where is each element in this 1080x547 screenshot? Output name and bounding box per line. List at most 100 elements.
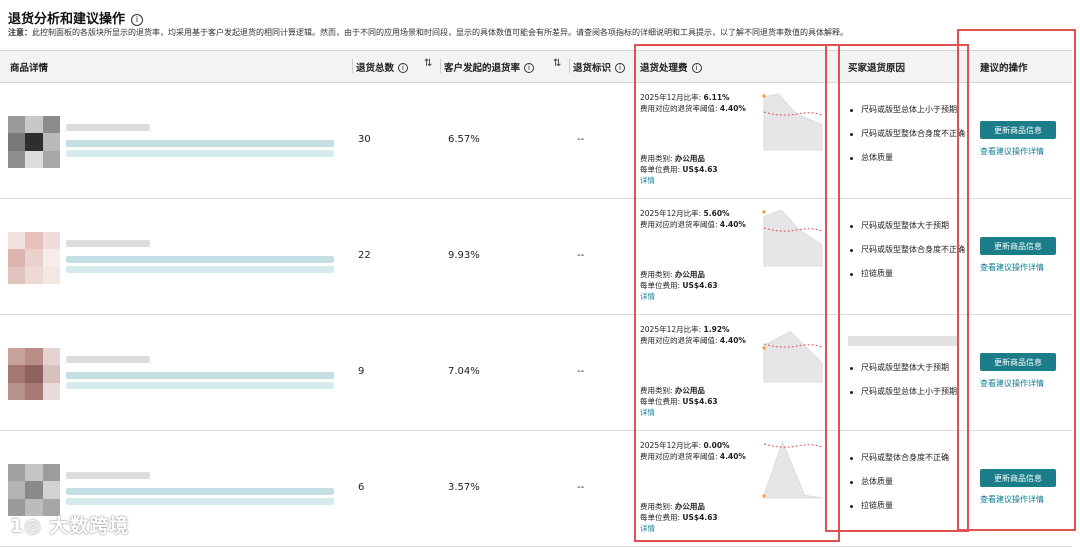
fee-rate-value: 1.92% — [703, 325, 730, 334]
fee-threshold-value: 4.40% — [719, 104, 746, 113]
product-subtitle-blurred[interactable] — [66, 140, 334, 147]
product-thumbnail[interactable] — [8, 116, 60, 168]
return-reasons-list: 尺码或整体合身度不正确 总体质量 拉链质量 — [848, 452, 979, 524]
unit-fee-value: US$4.63 — [682, 165, 718, 174]
col-fee-label: 退货处理费 — [640, 63, 688, 74]
update-listing-button[interactable]: 更新商品信息 — [980, 353, 1056, 371]
table-row: 9 7.04% -- 2025年12月比率: 1.92% 费用对应的退货率阈值: 4.4… — [0, 314, 1072, 431]
fee-rate-value: 6.11% — [703, 93, 730, 102]
update-listing-button[interactable]: 更新商品信息 — [980, 469, 1056, 487]
threshold-line — [763, 443, 823, 448]
fee-trend-mini-chart — [762, 93, 823, 151]
product-subtitle-blurred[interactable] — [66, 498, 334, 505]
fee-detail-link[interactable]: 详情 — [640, 407, 718, 418]
unit-fee-prefix: 每单位费用: — [640, 397, 683, 406]
col-returns[interactable]: 退货总数 i — [356, 60, 409, 74]
reason-item: 拉链质量 — [848, 268, 979, 280]
fee-category-prefix: 费用类别: — [640, 270, 675, 279]
product-thumbnail[interactable] — [8, 464, 60, 516]
returns-count: 9 — [358, 366, 365, 377]
unit-fee-prefix: 每单位费用: — [640, 513, 683, 522]
info-icon[interactable]: i — [691, 63, 702, 73]
fee-threshold-value: 4.40% — [719, 452, 746, 461]
fee-rate-value: 0.00% — [703, 441, 730, 450]
product-thumbnail[interactable] — [8, 348, 60, 400]
note-label: 注意： — [8, 28, 32, 37]
unit-fee-prefix: 每单位费用: — [640, 281, 683, 290]
return-flag: -- — [577, 250, 585, 261]
view-action-details-link[interactable]: 查看建议操作详情 — [980, 262, 1044, 273]
reason-item: 尺码或版型整体合身度不正确 — [848, 244, 979, 256]
trend-area — [763, 93, 823, 151]
info-icon[interactable]: i — [524, 63, 535, 73]
unit-fee-line: 每单位费用: US$4.63 — [640, 280, 718, 291]
view-action-details-link[interactable]: 查看建议操作详情 — [980, 146, 1044, 157]
product-title-blurred[interactable] — [66, 472, 150, 479]
col-rate[interactable]: 客户发起的退货率 i — [444, 60, 535, 74]
info-icon[interactable]: i — [131, 14, 144, 26]
product-subtitle-blurred[interactable] — [66, 256, 334, 263]
product-subtitle-blurred[interactable] — [66, 488, 334, 495]
fee-category-line: 费用类别: 办公用品 — [640, 501, 718, 512]
fee-threshold-prefix: 费用对应的退货率阈值: — [640, 220, 720, 229]
col-flag[interactable]: 退货标识 i — [573, 60, 626, 74]
sort-icon[interactable]: ⇅ — [553, 58, 561, 69]
product-subtitle-blurred[interactable] — [66, 150, 334, 157]
info-icon[interactable]: i — [615, 63, 626, 73]
fee-detail-link[interactable]: 详情 — [640, 175, 718, 186]
returns-count: 6 — [358, 482, 365, 493]
view-action-details-link[interactable]: 查看建议操作详情 — [980, 494, 1044, 505]
fee-rate-prefix: 2025年12月比率: — [640, 441, 704, 450]
update-listing-button[interactable]: 更新商品信息 — [980, 121, 1056, 139]
reason-item-blurred — [848, 336, 958, 346]
fee-detail-link[interactable]: 详情 — [640, 291, 718, 302]
return-flag: -- — [577, 482, 585, 493]
info-icon[interactable]: i — [398, 63, 409, 73]
unit-fee-prefix: 每单位费用: — [640, 165, 683, 174]
view-action-details-link[interactable]: 查看建议操作详情 — [980, 378, 1044, 389]
unit-fee-value: US$4.63 — [682, 513, 718, 522]
reason-item: 尺码或版型整体大于预期 — [848, 362, 979, 374]
fee-meta: 费用类别: 办公用品 每单位费用: US$4.63 详情 — [640, 385, 718, 418]
fee-category-line: 费用类别: 办公用品 — [640, 385, 718, 396]
fee-category-line: 费用类别: 办公用品 — [640, 153, 718, 164]
update-listing-button[interactable]: 更新商品信息 — [980, 237, 1056, 255]
product-subtitle-blurred[interactable] — [66, 382, 334, 389]
fee-category-value: 办公用品 — [674, 502, 705, 511]
current-rate-dot — [762, 210, 766, 214]
table-row: 30 6.57% -- 2025年12月比率: 6.11% 费用对应的退货率阈值: 4.… — [0, 82, 1072, 199]
fee-threshold-prefix: 费用对应的退货率阈值: — [640, 336, 720, 345]
column-divider — [569, 59, 570, 73]
trend-area — [763, 440, 823, 499]
page-note: 注意：此控制面板的各版块所显示的退货率，均采用基于客户发起退货的相同计算逻辑。然… — [8, 27, 848, 38]
product-title-blurred[interactable] — [66, 124, 150, 131]
product-subtitle-blurred[interactable] — [66, 266, 334, 273]
watermark-text: 大数跨境 — [49, 515, 130, 537]
sort-icon[interactable]: ⇅ — [424, 58, 432, 69]
fee-threshold-line: 费用对应的退货率阈值: 4.40% — [640, 451, 746, 462]
col-fee[interactable]: 退货处理费 i — [640, 60, 702, 74]
product-title-blurred[interactable] — [66, 240, 150, 247]
fee-rate-prefix: 2025年12月比率: — [640, 93, 704, 102]
fee-detail-link[interactable]: 详情 — [640, 523, 718, 534]
fee-meta: 费用类别: 办公用品 每单位费用: US$4.63 详情 — [640, 501, 718, 534]
fee-threshold-value: 4.40% — [719, 220, 746, 229]
return-reasons-list: 尺码或版型整体大于预期 尺码或版型总体上小于预期 — [848, 362, 979, 410]
product-subtitle-blurred[interactable] — [66, 372, 334, 379]
product-thumbnail[interactable] — [8, 232, 60, 284]
fee-category-value: 办公用品 — [674, 270, 705, 279]
fee-category-value: 办公用品 — [674, 386, 705, 395]
product-title-blurred[interactable] — [66, 356, 150, 363]
return-rate: 3.57% — [448, 482, 480, 493]
return-reasons-list: 尺码或版型整体大于预期 尺码或版型整体合身度不正确 拉链质量 — [848, 220, 979, 292]
fee-threshold-prefix: 费用对应的退货率阈值: — [640, 452, 720, 461]
returns-count: 30 — [358, 134, 371, 145]
return-rate: 9.93% — [448, 250, 480, 261]
fee-rate-line: 2025年12月比率: 1.92% — [640, 324, 730, 335]
fee-rate-line: 2025年12月比率: 0.00% — [640, 440, 730, 451]
current-rate-dot — [762, 494, 766, 498]
reason-item: 尺码或版型整体大于预期 — [848, 220, 979, 232]
reason-item: 尺码或版型整体合身度不正确 — [848, 128, 979, 140]
trend-area — [763, 209, 823, 267]
col-rate-label: 客户发起的退货率 — [444, 63, 521, 74]
